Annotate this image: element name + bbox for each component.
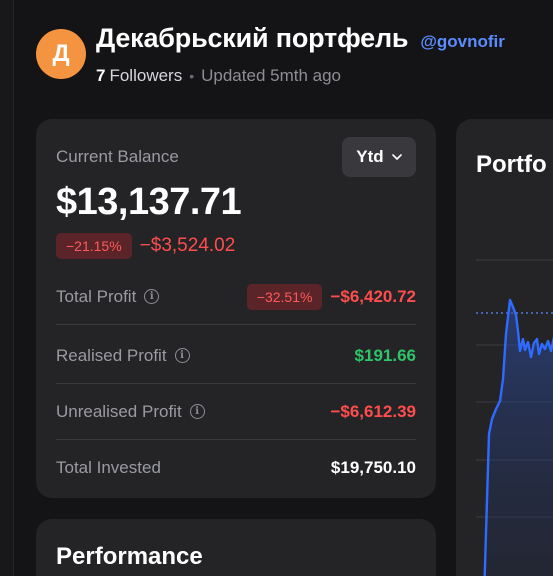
info-icon[interactable]: i: [144, 289, 160, 304]
stat-label: Total Profit: [56, 286, 137, 306]
followers-count[interactable]: 7: [96, 66, 105, 86]
info-icon[interactable]: i: [174, 348, 190, 363]
user-handle-link[interactable]: @govnofir: [420, 32, 505, 52]
chevron-down-icon: [391, 154, 402, 160]
avatar-letter: Д: [52, 40, 70, 67]
range-select[interactable]: Ytd: [342, 137, 416, 177]
stat-row-realised-profit: Realised Profit i $191.66: [56, 328, 416, 384]
stat-pct-badge: −32.51%: [246, 283, 323, 310]
followers-label[interactable]: Followers: [109, 66, 182, 86]
avatar[interactable]: Д: [36, 29, 86, 79]
updated-text: Updated 5mth ago: [201, 66, 342, 85]
current-balance-value: $13,137.71: [56, 181, 242, 223]
stat-value: $191.66: [354, 345, 416, 365]
stat-row-unrealised-profit: Unrealised Profit i −$6,612.39: [56, 384, 416, 440]
portfolio-chart-card: Portfo: [456, 119, 553, 576]
stat-row-total-profit: Total Profit i −32.51% −$6,420.72: [56, 269, 416, 325]
left-rail: [0, 0, 14, 576]
balance-change: −21.15% −$3,524.02: [56, 233, 235, 259]
stat-value: −$6,420.72: [330, 286, 416, 306]
performance-card: Performance: [36, 519, 436, 576]
stat-value: −$6,612.39: [330, 401, 416, 421]
range-select-value: Ytd: [356, 147, 384, 166]
stat-label: Realised Profit: [56, 345, 167, 365]
separator-dot: •: [189, 68, 195, 84]
header-title-row: Декабрьский портфель @govnofir: [96, 23, 505, 54]
balance-change-abs: −$3,524.02: [139, 235, 236, 256]
performance-title: Performance: [56, 543, 203, 570]
stat-label: Total Invested: [56, 458, 161, 477]
current-balance-label: Current Balance: [56, 147, 179, 166]
portfolio-chart[interactable]: [456, 119, 553, 576]
portfolio-title: Декабрьский портфель: [96, 23, 409, 53]
stat-label: Unrealised Profit: [56, 401, 182, 421]
stat-row-total-invested: Total Invested $19,750.10: [56, 440, 416, 496]
balance-card: Current Balance Ytd $13,137.71 −21.15% −…: [36, 119, 436, 498]
info-icon[interactable]: i: [189, 404, 205, 419]
stat-value: $19,750.10: [330, 458, 416, 477]
balance-change-pct-badge: −21.15%: [56, 233, 132, 259]
portfolio-meta: 7 Followers • Updated 5mth ago: [96, 66, 341, 86]
